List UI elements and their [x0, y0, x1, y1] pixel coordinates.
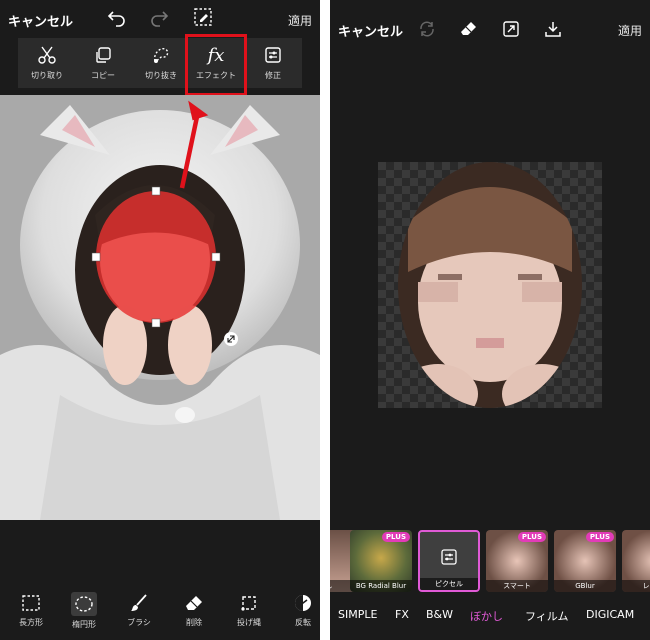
filter-label: BG Radial Blur [350, 580, 412, 592]
filter-thumb[interactable]: レンズ [622, 530, 650, 592]
eraser-icon[interactable] [460, 20, 478, 42]
download-icon[interactable] [544, 20, 562, 42]
mode-rectangle[interactable]: 長方形 [9, 592, 53, 628]
filter-label: GBlur [554, 580, 616, 592]
filter-thumb[interactable]: PLUS スマート [486, 530, 548, 592]
plus-badge: PLUS [381, 532, 410, 542]
refresh-icon[interactable] [418, 20, 436, 42]
category-digicam[interactable]: DIGICAM [586, 608, 634, 621]
mode-label: ブラシ [127, 618, 151, 627]
category-blur[interactable]: ぼかし [470, 608, 503, 624]
mode-brush[interactable]: ブラシ [117, 592, 161, 628]
ellipse-selection[interactable] [0, 0, 320, 640]
pixelated-preview [378, 162, 602, 408]
filter-thumb-selected[interactable]: ピクセル [418, 530, 480, 592]
mode-label: 削除 [186, 618, 202, 627]
filter-thumb[interactable]: PLUS BG Radial Blur [350, 530, 412, 592]
mode-ellipse[interactable]: 楕円形 [62, 592, 106, 630]
category-fx[interactable]: FX [395, 608, 409, 621]
category-simple[interactable]: SIMPLE [338, 608, 377, 621]
mode-invert[interactable]: 反転 [281, 592, 320, 628]
invert-icon [281, 592, 320, 614]
effect-panel-right: キャンセル 適用 PLUS BG Radial Blur ピクセル PLUS ス… [330, 0, 650, 640]
category-bw[interactable]: B&W [426, 608, 453, 621]
editor-panel-left: キャンセル 適用 切り取り コピー 切り抜き fx エフェクト 修正 長方形 楕… [0, 0, 320, 640]
lasso-icon [227, 592, 271, 614]
cancel-button[interactable]: キャンセル [338, 21, 403, 40]
filter-label: レンズ [622, 580, 650, 592]
compare-icon[interactable] [502, 20, 520, 42]
ellipse-select-icon [71, 592, 97, 616]
mode-erase[interactable]: 削除 [172, 592, 216, 628]
mode-label: 投げ縄 [237, 618, 261, 627]
mode-label: 長方形 [19, 618, 43, 627]
rectangle-select-icon [9, 592, 53, 614]
eraser-icon [172, 592, 216, 614]
filter-label: スマート [486, 580, 548, 592]
rotate-handle-icon[interactable] [224, 332, 238, 346]
plus-badge: PLUS [517, 532, 546, 542]
brush-icon [117, 592, 161, 614]
pixel-settings-icon [440, 548, 458, 570]
category-film[interactable]: フィルム [525, 608, 569, 624]
mode-label: 反転 [295, 618, 311, 627]
filter-label: ピクセル [420, 578, 478, 590]
mode-lasso[interactable]: 投げ縄 [227, 592, 271, 628]
filter-thumb[interactable]: PLUS GBlur [554, 530, 616, 592]
plus-badge: PLUS [585, 532, 614, 542]
mode-label: 楕円形 [72, 620, 96, 629]
apply-button[interactable]: 適用 [618, 22, 642, 39]
